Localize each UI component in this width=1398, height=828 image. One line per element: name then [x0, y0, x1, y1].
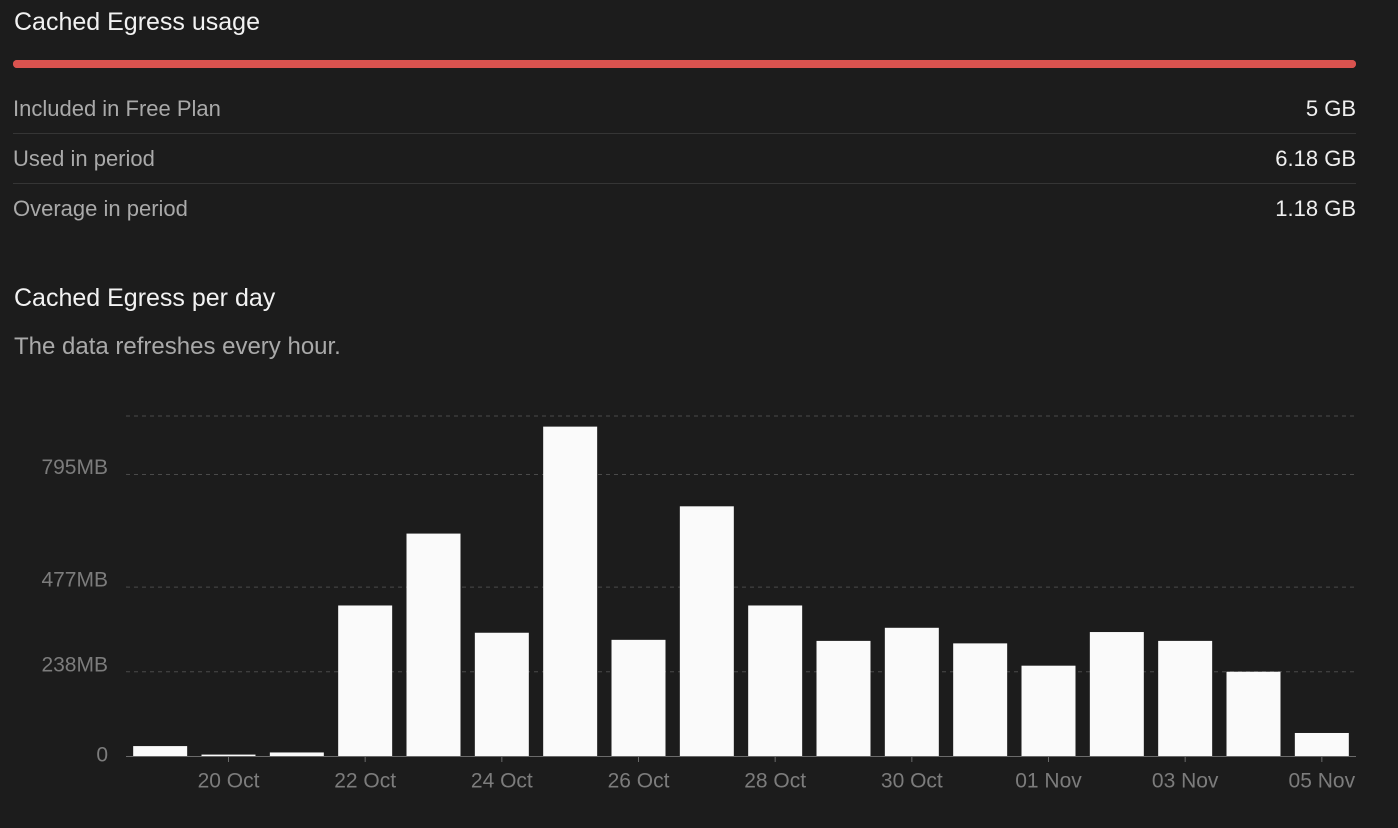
bar-13 — [1021, 665, 1076, 756]
bar-5 — [474, 632, 529, 756]
bar-11 — [884, 627, 939, 756]
bar-8 — [679, 506, 734, 756]
bar-15 — [1158, 640, 1213, 756]
stat-value-included: 5 GB — [1305, 95, 1356, 121]
x-tick-label: 26 Oct — [608, 770, 670, 793]
y-tick-label: 238MB — [41, 653, 108, 676]
stat-value-used: 6.18 GB — [1275, 145, 1356, 171]
bar-2 — [269, 752, 324, 756]
usage-stats: Included in Free Plan 5 GB Used in perio… — [13, 84, 1356, 233]
y-tick-label: 477MB — [41, 569, 108, 592]
x-tick-label: 24 Oct — [471, 770, 533, 793]
x-tick-label: 03 Nov — [1152, 770, 1219, 793]
stat-row-overage: Overage in period 1.18 GB — [13, 184, 1356, 233]
bar-12 — [953, 643, 1008, 756]
x-tick-label: 01 Nov — [1015, 770, 1082, 793]
usage-progress-fill — [13, 60, 1356, 68]
egress-bar-chart: 0 238MB 477MB 795MB 20 Oct 22 Oct 24 Oct 26 Oct… — [41, 415, 1356, 793]
y-tick-label: 795MB — [41, 456, 108, 479]
stat-label-overage: Overage in period — [13, 195, 188, 221]
bar-7 — [611, 639, 666, 756]
bar-3 — [338, 605, 393, 756]
chart-title: Cached Egress per day — [14, 284, 276, 312]
chart-subtitle: The data refreshes every hour. — [14, 333, 341, 360]
bar-6 — [543, 426, 598, 756]
bar-17 — [1294, 732, 1349, 756]
bar-10 — [816, 640, 871, 756]
bar-16 — [1226, 671, 1281, 756]
bar-4 — [406, 533, 461, 756]
x-tick-label: 28 Oct — [744, 770, 806, 793]
stat-value-overage: 1.18 GB — [1275, 195, 1356, 221]
usage-progress-bar — [13, 60, 1356, 68]
stat-label-included: Included in Free Plan — [13, 95, 221, 121]
y-tick-label: 0 — [96, 744, 108, 767]
stat-row-included: Included in Free Plan 5 GB — [13, 84, 1356, 134]
stat-row-used: Used in period 6.18 GB — [13, 134, 1356, 184]
usage-title: Cached Egress usage — [14, 8, 260, 36]
bar-9 — [748, 605, 803, 756]
bar-14 — [1089, 632, 1144, 756]
x-tick-label: 20 Oct — [198, 770, 260, 793]
x-tick-label: 05 Nov — [1289, 770, 1356, 793]
bar-0 — [133, 746, 188, 756]
x-tick-label: 22 Oct — [334, 770, 396, 793]
stat-label-used: Used in period — [13, 145, 155, 171]
bar-1 — [201, 754, 256, 756]
x-tick-label: 30 Oct — [881, 770, 943, 793]
